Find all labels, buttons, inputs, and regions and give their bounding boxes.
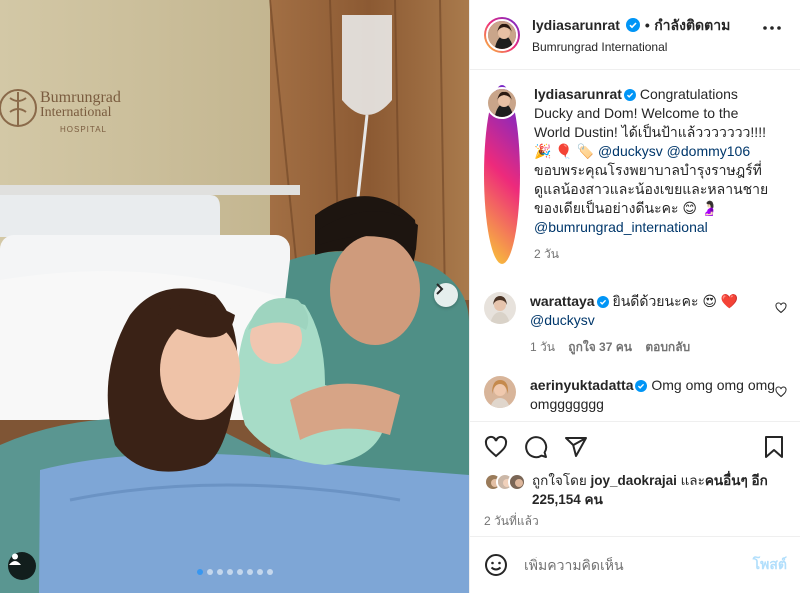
mention-link[interactable]: @duckysv: [530, 312, 595, 328]
liker-username[interactable]: joy_daokrajai: [591, 473, 677, 488]
verified-badge-icon: [626, 18, 641, 32]
caption-avatar[interactable]: [484, 85, 520, 264]
mention-link[interactable]: @duckysv: [598, 143, 663, 159]
comment-like-icon[interactable]: [775, 386, 787, 398]
carousel-dot: [206, 569, 213, 575]
tagged-users-button[interactable]: [8, 552, 36, 580]
comment-input[interactable]: [524, 557, 729, 573]
caption-username[interactable]: lydiasarunrat: [534, 86, 622, 102]
likes-text: ถูกใจโดย joy_daokrajai และคนอื่นๆ อีก 22…: [532, 471, 800, 509]
comment-avatar[interactable]: [484, 292, 516, 324]
person-icon: [9, 553, 21, 565]
comments-section[interactable]: lydiasarunrat Congratulations Ducky and …: [470, 71, 800, 421]
emoji-smile-icon[interactable]: [484, 553, 508, 577]
carousel-dot: [236, 569, 243, 575]
likes-prefix: ถูกใจโดย: [532, 473, 587, 488]
carousel-dot: [226, 569, 233, 575]
caption-body: lydiasarunrat Congratulations Ducky and …: [534, 85, 774, 264]
more-options-icon[interactable]: [763, 26, 781, 30]
comment-body: warattaya ยินดีด้วยนะคะ 😍 ❤️ @duckysv 1 …: [530, 292, 780, 357]
mention-link[interactable]: @bumrungrad_international: [534, 219, 708, 235]
comment-like-icon[interactable]: [775, 302, 787, 314]
likes-others-link[interactable]: คนอื่นๆ: [705, 473, 748, 488]
comment-text: ยินดีด้วยนะคะ 😍 ❤️: [612, 293, 739, 309]
carousel-indicator: [0, 569, 469, 575]
caption-time: 2 วัน: [534, 247, 559, 261]
header-meta: lydiasarunrat • กำลังติดตาม Bumrungrad I…: [532, 15, 730, 54]
carousel-dot: [196, 569, 203, 575]
likes-summary[interactable]: ถูกใจโดย joy_daokrajai และคนอื่นๆ อีก 22…: [484, 471, 800, 509]
carousel-dot: [256, 569, 263, 575]
carousel-dot: [266, 569, 273, 575]
verified-badge-icon: [623, 89, 636, 101]
caption-text-2: ขอบพระคุณโรงพยาบาลบำรุงราษฎร์ที่ดูแลน้อง…: [534, 162, 769, 216]
caption: lydiasarunrat Congratulations Ducky and …: [484, 85, 774, 264]
comment-time: 1 วัน: [530, 340, 555, 354]
post-header: lydiasarunrat • กำลังติดตาม Bumrungrad I…: [470, 0, 800, 70]
hospital-sign-line3: HOSPITAL: [60, 125, 107, 134]
carousel-dot: [246, 569, 253, 575]
follow-status-button[interactable]: กำลังติดตาม: [654, 17, 730, 33]
author-username[interactable]: lydiasarunrat: [532, 17, 620, 33]
comment-likes[interactable]: ถูกใจ 37 คน: [568, 340, 632, 354]
follow-separator: •: [644, 17, 650, 33]
verified-badge-icon: [596, 296, 609, 308]
author-avatar-image: [488, 20, 516, 49]
chevron-right-icon: [436, 283, 444, 295]
liker-avatar: [508, 473, 526, 491]
comment-item: warattaya ยินดีด้วยนะคะ 😍 ❤️ @duckysv 1 …: [484, 292, 780, 357]
post-actions: [470, 421, 800, 467]
carousel-dot: [216, 569, 223, 575]
hospital-sign-line1: Bumrungrad: [40, 89, 121, 106]
like-heart-icon[interactable]: [484, 435, 508, 459]
post-comment-button[interactable]: โพสต์: [753, 554, 787, 576]
add-comment-bar: โพสต์: [470, 536, 800, 593]
comment-bubble-icon[interactable]: [524, 435, 548, 459]
verified-badge-icon: [635, 380, 648, 392]
post-timestamp[interactable]: 2 วันที่แล้ว: [484, 512, 539, 531]
mention-link[interactable]: @dommy106: [667, 143, 750, 159]
post-photo[interactable]: Bumrungrad International HOSPITAL: [0, 0, 469, 593]
comment-meta: 1 วัน ถูกใจ 37 คน ตอบกลับ: [530, 338, 780, 357]
comment-username[interactable]: warattaya: [530, 293, 595, 309]
commenter-avatar-image: [484, 292, 516, 324]
share-send-icon[interactable]: [564, 435, 588, 459]
liker-avatars: [484, 473, 526, 509]
comment-username[interactable]: aerinyuktadatta: [530, 377, 633, 393]
save-bookmark-icon[interactable]: [763, 435, 785, 459]
hospital-sign-line2: International: [40, 105, 112, 120]
reply-button[interactable]: ตอบกลับ: [645, 340, 690, 354]
likes-and: และ: [680, 473, 705, 488]
comment-item: aerinyuktadatta Omg omg omg omg omgggggg…: [484, 376, 780, 414]
hospital-sign-text: Bumrungrad International HOSPITAL: [40, 90, 121, 137]
comment-avatar[interactable]: [484, 376, 516, 408]
comment-body: aerinyuktadatta Omg omg omg omg omgggggg…: [530, 376, 780, 414]
carousel-next-button[interactable]: [434, 283, 458, 307]
caption-avatar-image: [488, 89, 516, 117]
commenter-avatar-image: [484, 376, 516, 408]
caption-meta: 2 วัน: [534, 245, 774, 264]
author-avatar[interactable]: [484, 16, 520, 53]
post-location[interactable]: Bumrungrad International: [532, 40, 730, 54]
post-side-panel: lydiasarunrat • กำลังติดตาม Bumrungrad I…: [469, 0, 800, 593]
